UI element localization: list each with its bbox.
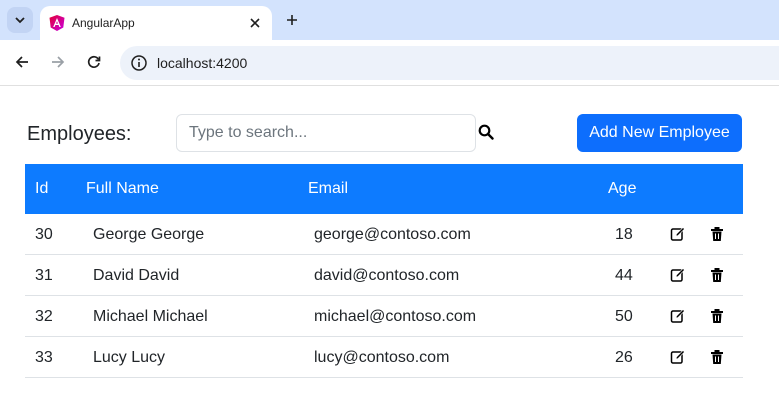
- cell-full-name: George George: [93, 226, 205, 243]
- browser-tab[interactable]: AngularApp: [40, 6, 272, 40]
- tab-title: AngularApp: [72, 16, 135, 30]
- cell-full-name: David David: [93, 267, 180, 284]
- edit-icon[interactable]: [670, 349, 686, 365]
- trash-icon[interactable]: [709, 349, 725, 365]
- tab-search-button[interactable]: [7, 7, 33, 33]
- header-id: Id: [35, 180, 49, 197]
- back-arrow-icon[interactable]: [12, 52, 32, 72]
- angular-logo-icon: [49, 15, 65, 31]
- trash-icon[interactable]: [709, 308, 725, 324]
- browser-tabstrip: AngularApp: [0, 0, 779, 40]
- cell-email: george@contoso.com: [314, 226, 471, 243]
- cell-age: 44: [615, 267, 633, 284]
- new-tab-icon[interactable]: [282, 10, 302, 30]
- cell-age: 18: [615, 226, 633, 243]
- forward-arrow-icon[interactable]: [48, 52, 68, 72]
- employees-table: Id Full Name Email Age 30 George George …: [25, 164, 743, 378]
- table-row: 33 Lucy Lucy lucy@contoso.com 26: [25, 337, 743, 378]
- table-row: 32 Michael Michael michael@contoso.com 5…: [25, 296, 743, 337]
- cell-full-name: Michael Michael: [93, 308, 208, 325]
- table-row: 30 George George george@contoso.com 18: [25, 214, 743, 255]
- trash-icon[interactable]: [709, 226, 725, 242]
- reload-icon[interactable]: [84, 52, 104, 72]
- table-row: 31 David David david@contoso.com 44: [25, 255, 743, 296]
- edit-icon[interactable]: [670, 308, 686, 324]
- cell-id: 33: [35, 349, 53, 366]
- trash-icon[interactable]: [709, 267, 725, 283]
- cell-id: 31: [35, 267, 53, 284]
- browser-toolbar: localhost:4200: [0, 40, 779, 86]
- cell-age: 26: [615, 349, 633, 366]
- edit-icon[interactable]: [670, 226, 686, 242]
- header-full-name: Full Name: [86, 180, 159, 197]
- cell-age: 50: [615, 308, 633, 325]
- site-info-icon[interactable]: [130, 54, 148, 72]
- search-input[interactable]: [176, 114, 476, 152]
- header-age: Age: [608, 180, 637, 197]
- cell-email: lucy@contoso.com: [314, 349, 450, 366]
- cell-email: michael@contoso.com: [314, 308, 477, 325]
- header-email: Email: [308, 180, 349, 197]
- close-tab-icon[interactable]: [246, 14, 264, 32]
- page-title: Employees:: [27, 123, 132, 145]
- cell-full-name: Lucy Lucy: [93, 349, 166, 366]
- edit-icon[interactable]: [670, 267, 686, 283]
- search-icon[interactable]: [478, 124, 494, 140]
- table-header: Id Full Name Email Age: [25, 164, 743, 214]
- url-text: localhost:4200: [157, 55, 248, 71]
- add-new-employee-button[interactable]: Add New Employee: [577, 114, 742, 152]
- cell-email: david@contoso.com: [314, 267, 460, 284]
- address-bar[interactable]: localhost:4200: [120, 46, 779, 80]
- cell-id: 30: [35, 226, 53, 243]
- cell-id: 32: [35, 308, 53, 325]
- chevron-down-icon: [15, 17, 25, 24]
